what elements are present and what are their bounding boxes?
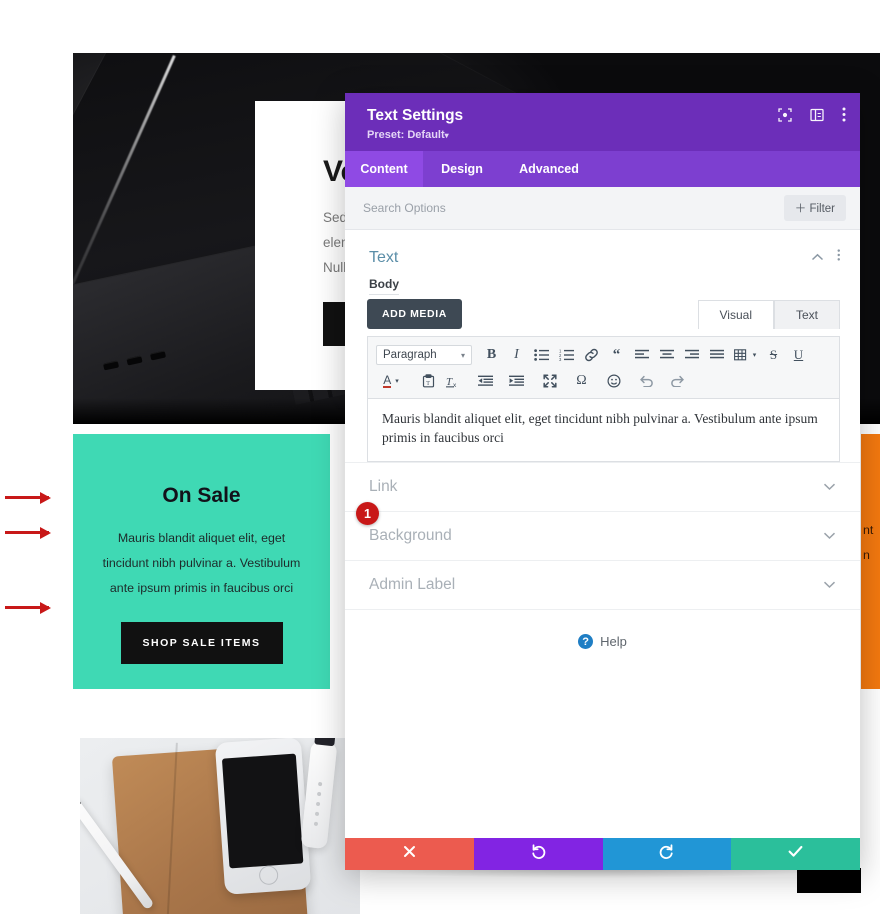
svg-text:T: T xyxy=(426,381,430,387)
section-kebab-menu-icon[interactable] xyxy=(837,248,841,267)
help-label: Help xyxy=(600,634,627,649)
chevron-down-icon: ▾ xyxy=(444,131,449,140)
undo-button[interactable] xyxy=(473,838,603,870)
chevron-down-icon xyxy=(823,478,836,496)
orange-card-text-1: nt xyxy=(863,523,874,537)
format-select-value: Paragraph xyxy=(383,349,437,361)
help-row[interactable]: ? Help xyxy=(345,609,860,673)
modal-title: Text Settings xyxy=(367,107,464,124)
paste-as-text-icon[interactable]: T xyxy=(416,369,441,393)
svg-text:3: 3 xyxy=(559,357,562,361)
kebab-menu-icon[interactable] xyxy=(842,107,846,122)
on-sale-title: On Sale xyxy=(162,484,241,507)
annotation-arrow-body xyxy=(5,526,51,539)
table-icon[interactable]: ▾ xyxy=(729,343,761,367)
tab-design[interactable]: Design xyxy=(423,151,501,187)
clear-formatting-icon[interactable]: Tx xyxy=(441,369,466,393)
tab-advanced[interactable]: Advanced xyxy=(501,151,597,187)
close-icon xyxy=(403,845,416,863)
on-sale-card: On Sale Mauris blandit aliquet elit, ege… xyxy=(73,434,330,689)
editor-toolbar-row-2: A ▾ T Tx Ω xyxy=(376,368,831,394)
wysiwyg-editor: ADD MEDIA Visual Text Paragraph ▾ B I 1 … xyxy=(345,291,860,462)
annotation-badge-1: 1 xyxy=(356,502,379,525)
text-color-icon[interactable]: A ▾ xyxy=(376,369,406,393)
chevron-down-icon xyxy=(823,527,836,545)
numbered-list-icon[interactable]: 123 xyxy=(554,343,579,367)
blockquote-icon[interactable]: “ xyxy=(604,343,629,367)
modal-preset-selector[interactable]: Preset: Default▾ xyxy=(367,129,842,141)
section-tools xyxy=(811,248,841,267)
accordion-link-label: Link xyxy=(369,478,398,495)
tab-content[interactable]: Content xyxy=(345,151,423,187)
editor-toolbar: Paragraph ▾ B I 123 “ ▾ S U A ▾ T T x Ω xyxy=(367,336,840,399)
section-title: Text xyxy=(369,248,399,266)
accordion-admin-label-label: Admin Label xyxy=(369,576,456,593)
desk-flatlay-photo xyxy=(80,738,360,914)
body-label-text: Body xyxy=(369,277,399,295)
help-icon: ? xyxy=(578,634,594,649)
align-center-icon[interactable] xyxy=(654,343,679,367)
accordion-admin-label[interactable]: Admin Label xyxy=(345,560,860,609)
redo-icon xyxy=(659,844,674,864)
outdent-icon[interactable] xyxy=(473,369,498,393)
orange-promo-card: nt n xyxy=(861,434,880,689)
align-left-icon[interactable] xyxy=(629,343,654,367)
body-field-label: Body xyxy=(345,271,860,295)
indent-icon[interactable] xyxy=(504,369,529,393)
modal-footer xyxy=(345,838,860,870)
format-select[interactable]: Paragraph ▾ xyxy=(376,345,472,365)
emoji-icon[interactable] xyxy=(601,369,626,393)
preset-label: Preset: Default xyxy=(367,129,445,141)
accordion-background-label: Background xyxy=(369,527,452,544)
bold-icon[interactable]: B xyxy=(479,343,504,367)
underline-icon[interactable]: U xyxy=(786,343,811,367)
editor-top-bar: ADD MEDIA Visual Text xyxy=(367,299,840,329)
chevron-down-icon xyxy=(823,576,836,594)
shop-sale-items-button[interactable]: SHOP SALE ITEMS xyxy=(120,622,283,664)
accordion-background[interactable]: Background xyxy=(345,511,860,560)
text-section-header: Text xyxy=(345,230,860,271)
editor-toolbar-row-1: Paragraph ▾ B I 123 “ ▾ S U xyxy=(376,342,831,368)
check-icon xyxy=(788,845,803,863)
search-input[interactable] xyxy=(363,201,703,215)
layout-panel-icon[interactable] xyxy=(810,108,824,122)
strikethrough-icon[interactable]: S xyxy=(761,343,786,367)
orange-card-text-2: n xyxy=(863,548,870,562)
search-options-bar: ＋ Filter xyxy=(345,187,860,230)
align-right-icon[interactable] xyxy=(679,343,704,367)
focus-icon[interactable] xyxy=(778,107,792,122)
modal-header: Text Settings Preset: Default▾ xyxy=(345,93,860,151)
align-justify-icon[interactable] xyxy=(704,343,729,367)
text-settings-modal: Text Settings Preset: Default▾ Content D… xyxy=(345,93,860,870)
accordion-link[interactable]: Link xyxy=(345,462,860,511)
link-icon[interactable] xyxy=(579,343,604,367)
filter-button[interactable]: ＋ Filter xyxy=(783,195,846,221)
chevron-down-icon: ▾ xyxy=(460,350,465,360)
bulleted-list-icon[interactable] xyxy=(529,343,554,367)
special-character-icon[interactable]: Ω xyxy=(569,369,594,393)
svg-text:T: T xyxy=(446,376,453,388)
chevron-up-icon[interactable] xyxy=(811,249,824,267)
smartphone xyxy=(214,738,312,895)
on-sale-body-text: Mauris blandit aliquet elit, eget tincid… xyxy=(102,531,301,595)
modal-header-icons xyxy=(778,107,846,122)
add-media-button[interactable]: ADD MEDIA xyxy=(367,299,462,329)
editor-mode-tabs: Visual Text xyxy=(697,300,840,329)
undo-icon xyxy=(531,844,546,864)
tab-text[interactable]: Text xyxy=(773,300,840,329)
redo-button[interactable] xyxy=(602,838,732,870)
close-button[interactable] xyxy=(345,838,474,870)
annotation-arrow-button xyxy=(5,601,51,614)
italic-icon[interactable]: I xyxy=(504,343,529,367)
save-button[interactable] xyxy=(731,838,860,870)
tab-visual[interactable]: Visual xyxy=(697,300,774,329)
editor-content-area[interactable]: Mauris blandit aliquet elit, eget tincid… xyxy=(367,399,840,462)
annotation-arrow-title xyxy=(5,491,51,504)
modal-tabs: Content Design Advanced xyxy=(345,151,860,187)
modal-body: Text Body ADD MEDIA Visual Text Paragrap… xyxy=(345,230,860,838)
redo-icon[interactable] xyxy=(664,369,689,393)
undo-icon[interactable] xyxy=(634,369,659,393)
fullscreen-icon[interactable] xyxy=(537,369,562,393)
